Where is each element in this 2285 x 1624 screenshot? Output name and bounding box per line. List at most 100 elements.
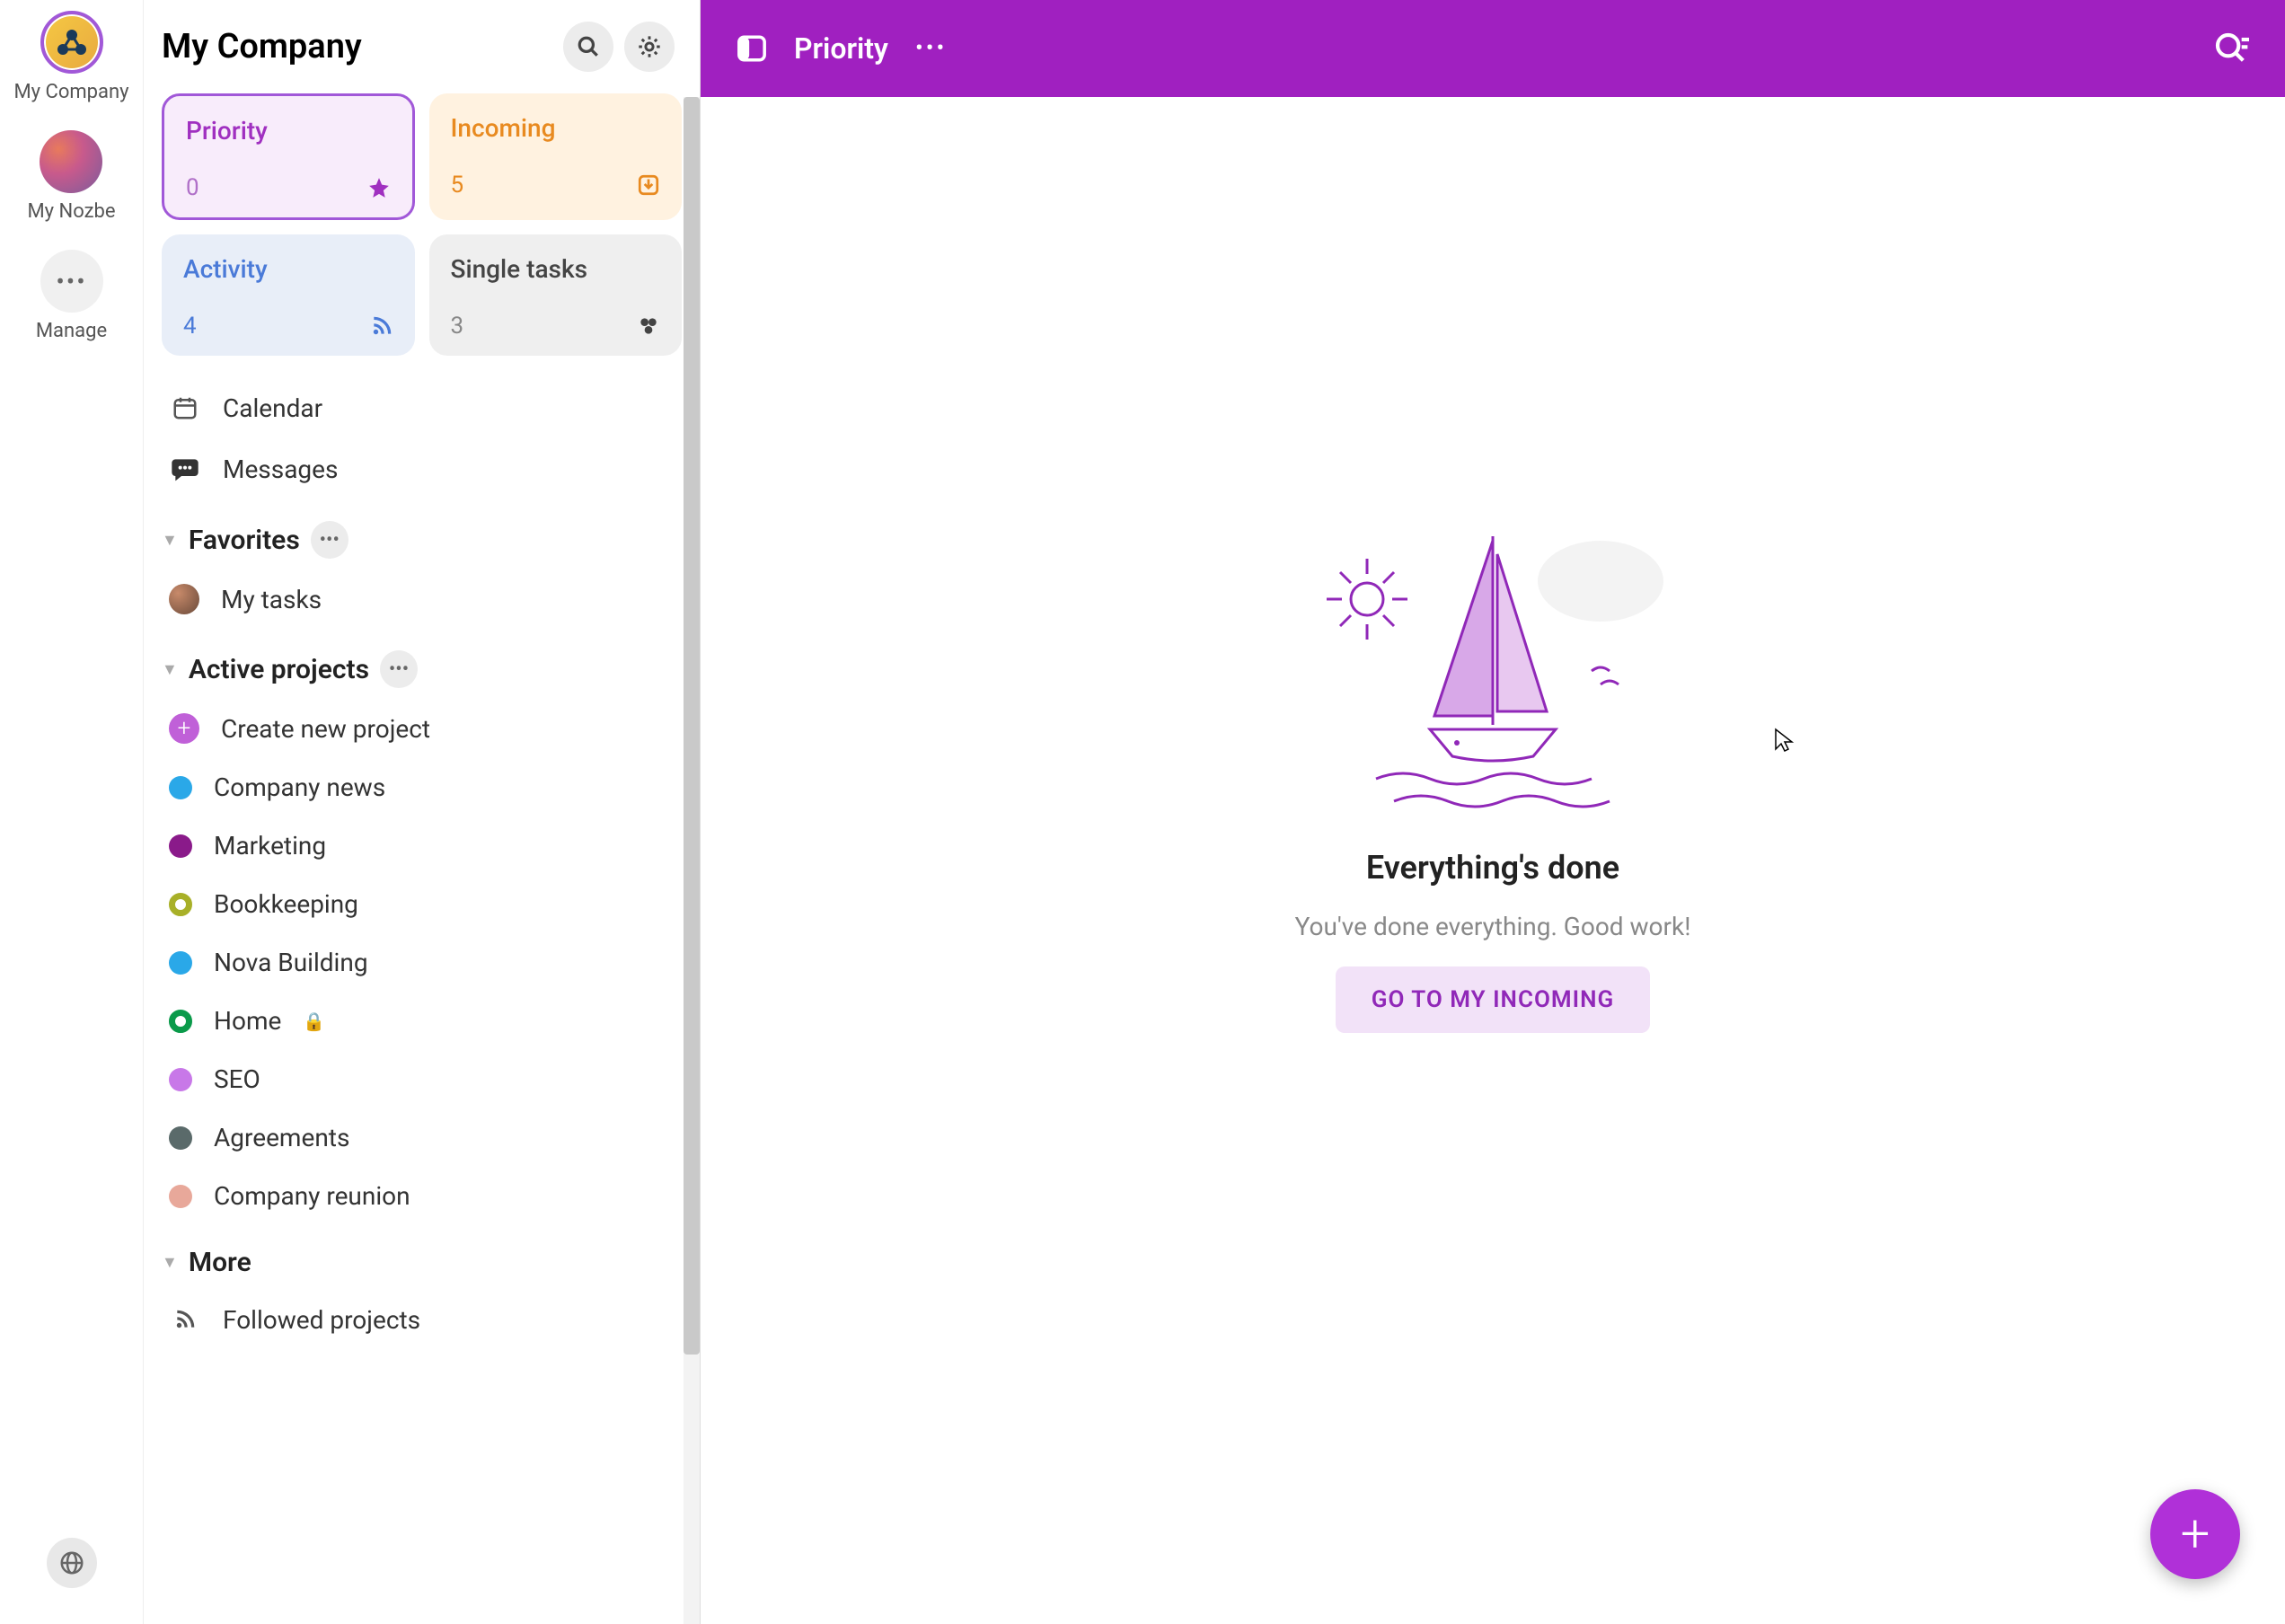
chevron-down-icon: ▼ <box>162 1253 178 1272</box>
star-icon <box>367 176 391 199</box>
workspace-rail: My Company My Nozbe ••• Manage <box>0 0 144 1624</box>
project-item[interactable]: Company news <box>162 758 682 816</box>
project-color-dot <box>169 1010 192 1033</box>
nav-messages[interactable]: Messages <box>162 438 682 499</box>
cluster-icon <box>637 314 660 338</box>
add-task-fab[interactable]: + <box>2150 1489 2240 1579</box>
card-count: 3 <box>451 313 464 340</box>
project-color-dot <box>169 1185 192 1208</box>
card-label: Priority <box>186 116 391 146</box>
rail-bottom <box>47 1538 97 1588</box>
plus-icon: + <box>169 713 199 744</box>
sidebar-scroll: Priority 0 Incoming 5 Activity 4 <box>144 93 700 1624</box>
section-favorites[interactable]: ▼ Favorites ••• <box>162 499 682 569</box>
project-color-dot <box>169 1068 192 1091</box>
empty-title: Everything's done <box>1366 849 1619 887</box>
project-label: Bookkeeping <box>214 889 358 919</box>
section-title: Favorites <box>189 525 300 556</box>
card-incoming[interactable]: Incoming 5 <box>429 93 683 220</box>
calendar-icon <box>169 392 201 424</box>
nav-calendar[interactable]: Calendar <box>162 377 682 438</box>
nav-label: Messages <box>223 455 338 484</box>
card-label: Activity <box>183 254 393 284</box>
card-count: 0 <box>186 174 199 201</box>
inbox-icon <box>637 173 660 197</box>
project-label: Company news <box>214 772 385 802</box>
project-item[interactable]: Company reunion <box>162 1167 682 1225</box>
company-logo-icon <box>54 24 90 60</box>
card-activity[interactable]: Activity 4 <box>162 234 415 356</box>
view-menu-button[interactable]: ••• <box>915 35 947 62</box>
sidebar: My Company Priority 0 Incoming 5 <box>144 0 701 1624</box>
section-menu-button[interactable]: ••• <box>311 521 348 559</box>
rss-icon <box>370 314 393 338</box>
card-priority[interactable]: Priority 0 <box>162 93 415 220</box>
followed-projects[interactable]: Followed projects <box>162 1289 682 1350</box>
settings-button[interactable] <box>624 22 675 72</box>
summary-cards: Priority 0 Incoming 5 Activity 4 <box>162 93 682 356</box>
project-item[interactable]: Home 🔒 <box>162 992 682 1050</box>
project-label: Home <box>214 1006 281 1036</box>
project-item[interactable]: Agreements <box>162 1108 682 1167</box>
workspace-label: My Nozbe <box>27 200 115 223</box>
workspace-my-nozbe[interactable]: My Nozbe <box>27 130 115 223</box>
card-count: 4 <box>183 313 197 340</box>
chevron-down-icon: ▼ <box>162 531 178 550</box>
scrollbar-thumb[interactable] <box>684 97 700 1355</box>
sailboat-illustration <box>1313 509 1672 824</box>
project-label: Nova Building <box>214 948 368 977</box>
filter-search-icon[interactable] <box>2213 31 2249 66</box>
project-label: Company reunion <box>214 1181 410 1211</box>
create-label: Create new project <box>221 714 430 744</box>
project-color-dot <box>169 1126 192 1150</box>
section-menu-button[interactable]: ••• <box>380 650 418 688</box>
messages-icon <box>169 453 201 485</box>
project-label: Agreements <box>214 1123 349 1152</box>
project-item[interactable]: Marketing <box>162 816 682 875</box>
empty-subtitle: You've done everything. Good work! <box>1295 912 1691 941</box>
sidebar-toggle-icon[interactable] <box>737 33 767 64</box>
empty-state: Everything's done You've done everything… <box>701 97 2285 1624</box>
gear-icon <box>637 34 662 59</box>
workspace-manage[interactable]: ••• Manage <box>36 250 107 342</box>
card-single-tasks[interactable]: Single tasks 3 <box>429 234 683 356</box>
favorite-label: My tasks <box>221 585 322 614</box>
section-title: Active projects <box>189 654 369 685</box>
card-label: Single tasks <box>451 254 661 284</box>
favorite-my-tasks[interactable]: My tasks <box>162 569 682 629</box>
go-to-incoming-button[interactable]: GO TO MY INCOMING <box>1336 966 1650 1033</box>
sidebar-title: My Company <box>162 27 552 66</box>
project-color-dot <box>169 834 192 858</box>
workspace-label: My Company <box>13 81 128 103</box>
section-active-projects[interactable]: ▼ Active projects ••• <box>162 629 682 699</box>
manage-icon: ••• <box>40 250 103 313</box>
project-item[interactable]: Bookkeeping <box>162 875 682 933</box>
nav-label: Calendar <box>223 393 322 423</box>
project-item[interactable]: SEO <box>162 1050 682 1108</box>
globe-button[interactable] <box>47 1538 97 1588</box>
plus-icon: + <box>2181 1504 2210 1565</box>
followed-label: Followed projects <box>223 1305 420 1335</box>
topbar: Priority ••• <box>701 0 2285 97</box>
create-new-project[interactable]: + Create new project <box>162 699 682 758</box>
workspace-my-company[interactable]: My Company <box>13 11 128 103</box>
search-button[interactable] <box>563 22 613 72</box>
company-avatar <box>40 11 103 74</box>
lock-icon: 🔒 <box>303 1011 325 1032</box>
section-more[interactable]: ▼ More <box>162 1225 682 1289</box>
view-title: Priority <box>794 31 888 66</box>
project-label: Marketing <box>214 831 326 861</box>
workspace-label: Manage <box>36 320 107 342</box>
globe-icon <box>58 1549 85 1576</box>
section-title: More <box>189 1247 251 1278</box>
project-color-dot <box>169 951 192 975</box>
sidebar-header: My Company <box>144 0 700 93</box>
card-label: Incoming <box>451 113 661 143</box>
user-avatar-icon <box>169 584 199 614</box>
project-item[interactable]: Nova Building <box>162 933 682 992</box>
chevron-down-icon: ▼ <box>162 660 178 679</box>
project-color-dot <box>169 893 192 916</box>
project-color-dot <box>169 776 192 799</box>
nozbe-avatar <box>40 130 102 193</box>
main-area: Priority ••• <box>701 0 2285 1624</box>
